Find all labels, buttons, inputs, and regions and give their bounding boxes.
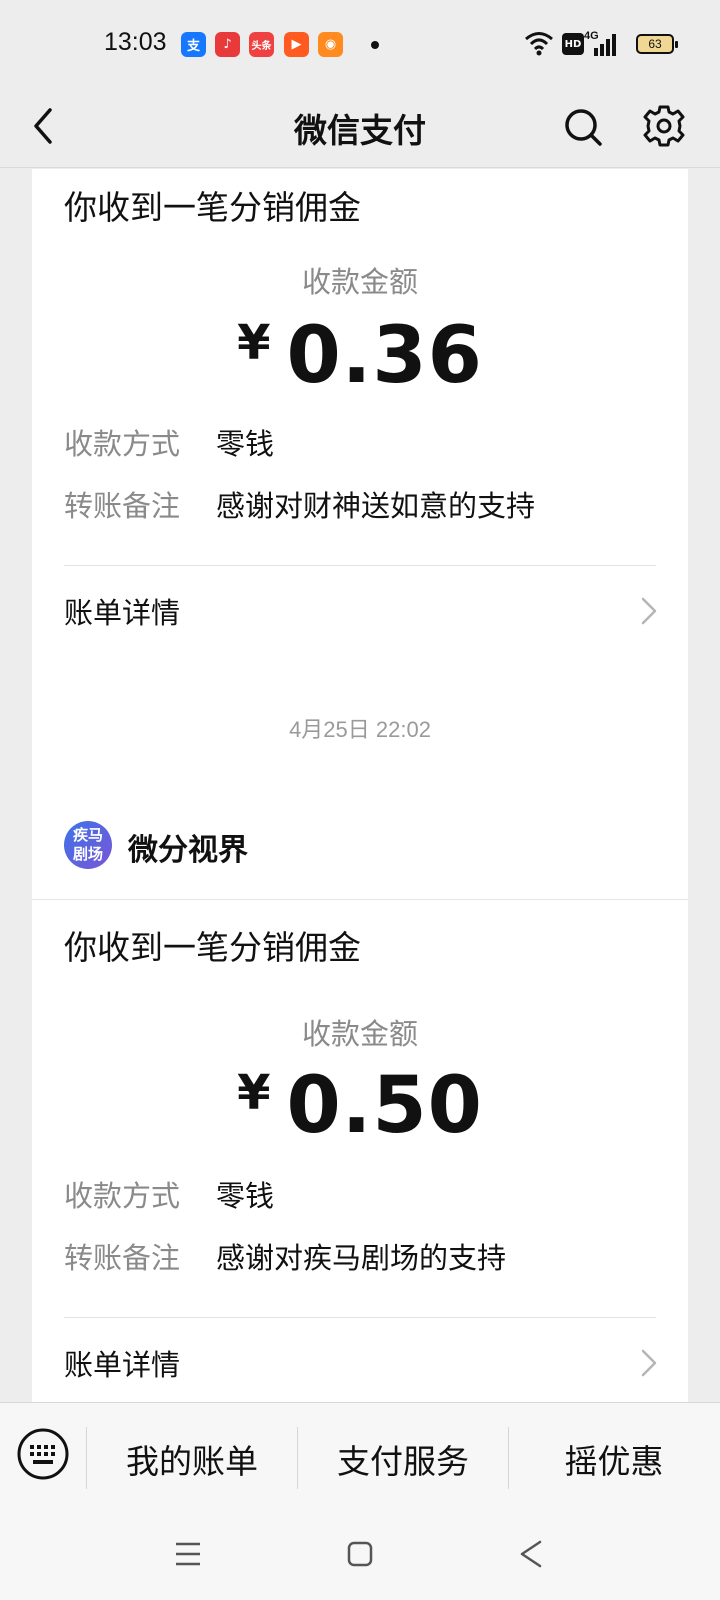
divider [64, 1317, 656, 1318]
keyboard-toggle-button[interactable] [14, 1425, 72, 1483]
transfer-note-label: 转账备注 [64, 489, 181, 523]
triangle-back-icon [520, 1540, 542, 1568]
chevron-right-icon [641, 1349, 657, 1377]
currency-symbol: ¥ [237, 315, 271, 371]
transfer-note-value: 感谢对财神送如意的支持 [216, 489, 536, 523]
bill-details-link[interactable]: 账单详情 [32, 1324, 688, 1402]
divider [64, 565, 656, 566]
payment-card: 疾马 剧场 微分视界 你收到一笔分销佣金 收款金额 ¥0.50 收款方式 零钱 转… [32, 789, 688, 1402]
notification-dot-icon [371, 41, 379, 49]
menu-item-shake-offers[interactable]: 摇优惠 [509, 1435, 719, 1483]
date-separator: 4月25日 22:02 [289, 717, 431, 742]
signal-icon [594, 34, 616, 56]
toutiao-icon: 头条 [249, 32, 274, 57]
home-button[interactable] [338, 1532, 382, 1576]
merchant-header[interactable]: 疾马 剧场 微分视界 [32, 789, 688, 900]
chevron-right-icon [641, 597, 657, 625]
payment-method-value: 零钱 [216, 427, 275, 461]
recents-button[interactable] [166, 1532, 210, 1576]
menu-item-payment-services[interactable]: 支付服务 [298, 1435, 508, 1483]
currency-symbol: ¥ [237, 1065, 271, 1121]
bill-details-link[interactable]: 账单详情 [32, 572, 688, 652]
transfer-note-value: 感谢对疾马剧场的支持 [216, 1241, 507, 1275]
status-bar: 13:03 支 ♪ 头条 ▶ ◉ HD 4G 63 [0, 0, 720, 90]
merchant-logo: 疾马 剧场 [64, 821, 112, 869]
message-list[interactable]: 你收到一笔分销佣金 收款金额 ¥0.36 收款方式 零钱 转账备注 感谢对财神送… [0, 169, 720, 1402]
music-icon: ♪ [215, 32, 240, 57]
amount-number: 0.36 [286, 311, 483, 401]
keyboard-icon [17, 1428, 69, 1480]
header: 微信支付 [0, 90, 720, 168]
merchant-name: 微分视界 [128, 833, 248, 868]
gear-icon [643, 105, 685, 147]
message-title: 你收到一笔分销佣金 [64, 188, 361, 227]
payment-method-label: 收款方式 [64, 427, 181, 461]
search-button[interactable] [560, 98, 608, 154]
amount-label: 收款金额 [301, 265, 418, 299]
amount-label: 收款金额 [301, 1017, 418, 1051]
transfer-note-label: 转账备注 [64, 1241, 181, 1275]
system-nav-bar [0, 1512, 720, 1600]
bill-details-label: 账单详情 [64, 596, 181, 630]
back-nav-button[interactable] [510, 1532, 554, 1576]
square-home-icon [347, 1541, 373, 1567]
battery-icon: 63 [636, 34, 678, 54]
bill-details-label: 账单详情 [64, 1348, 181, 1382]
menu-lines-icon [176, 1542, 200, 1566]
hd-icon: HD [562, 33, 584, 55]
search-icon [565, 109, 602, 146]
video-icon: ▶ [284, 32, 309, 57]
status-time: 13:03 [104, 28, 167, 56]
amount-value: ¥0.50 [32, 1061, 688, 1151]
amount-value: ¥0.36 [32, 311, 688, 401]
payment-method-label: 收款方式 [64, 1179, 181, 1213]
page-title: 微信支付 [294, 111, 426, 150]
wifi-icon [525, 32, 553, 56]
amount-number: 0.50 [286, 1061, 483, 1151]
message-title: 你收到一笔分销佣金 [64, 928, 361, 967]
store-icon: ◉ [318, 32, 343, 57]
settings-button[interactable] [640, 98, 688, 154]
payment-method-value: 零钱 [216, 1179, 275, 1213]
bottom-menu: 我的账单 支付服务 摇优惠 [0, 1402, 720, 1512]
alipay-icon: 支 [181, 32, 206, 57]
menu-item-my-bills[interactable]: 我的账单 [87, 1435, 297, 1483]
